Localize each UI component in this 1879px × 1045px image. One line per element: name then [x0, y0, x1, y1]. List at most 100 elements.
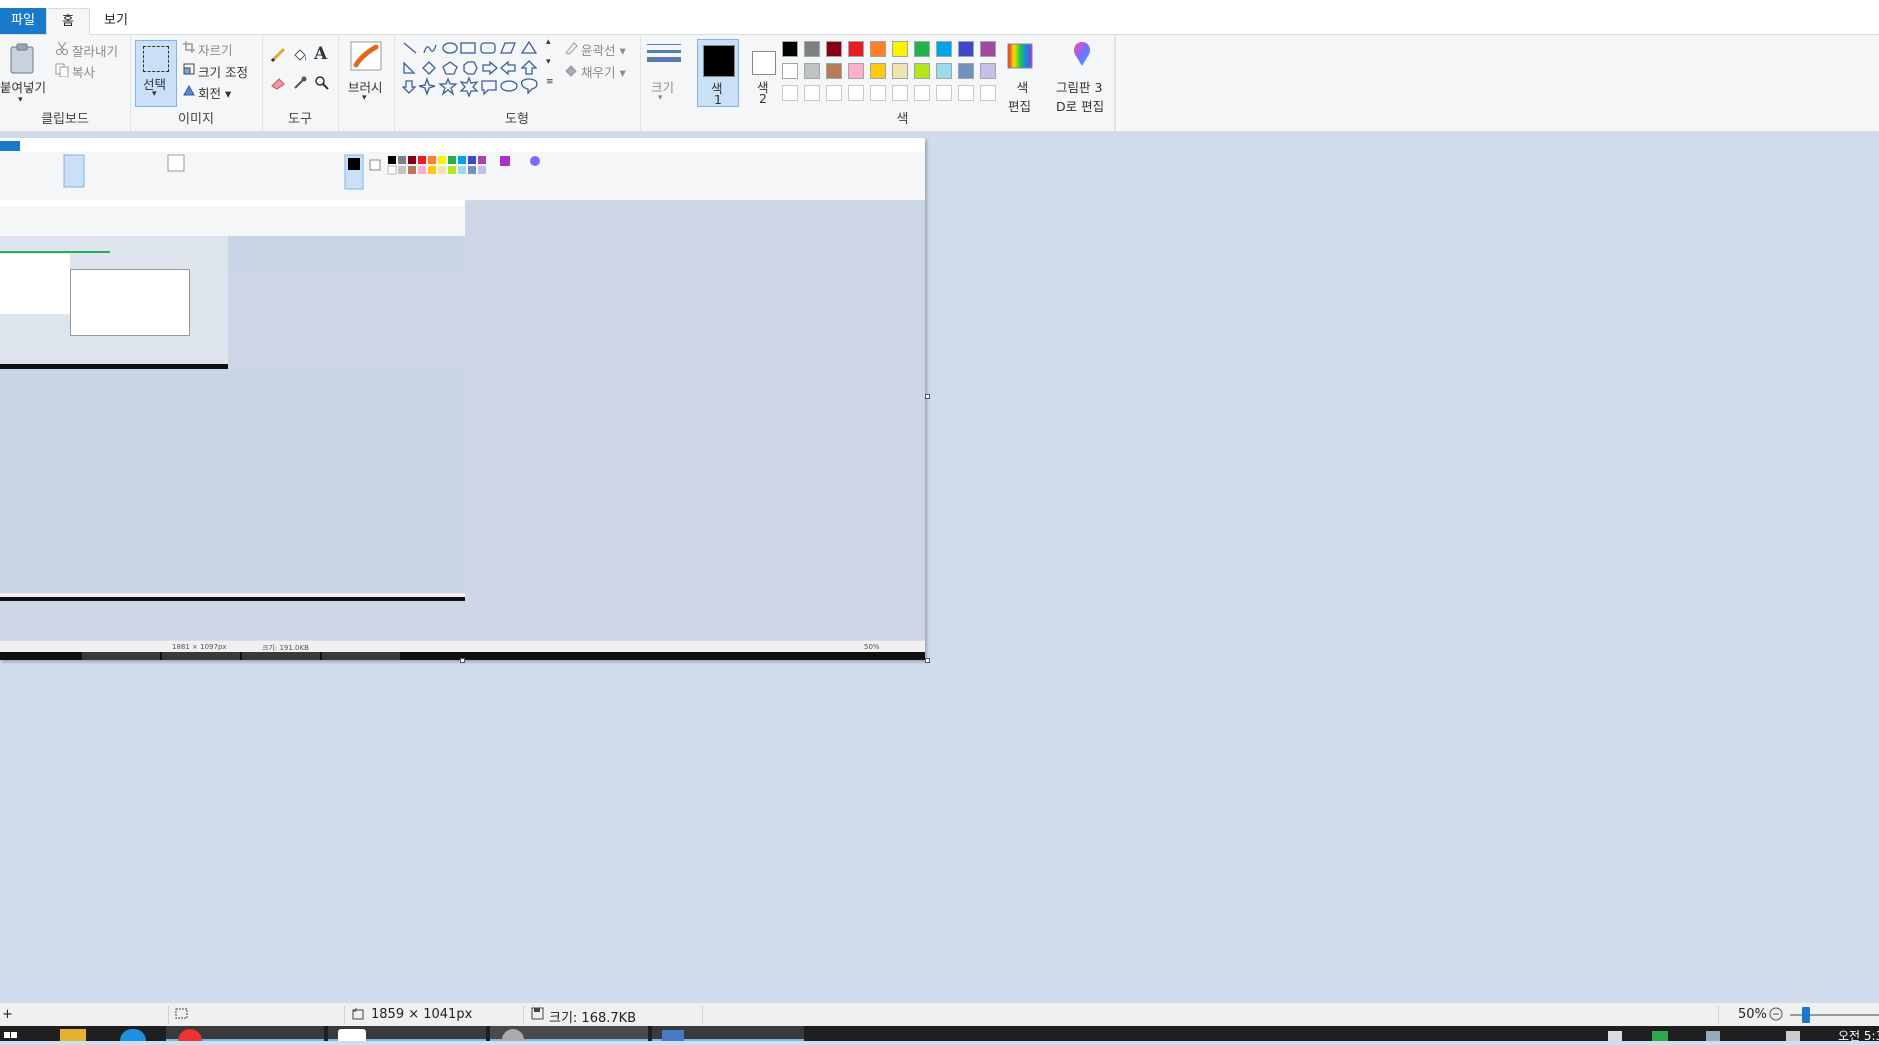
- palette-swatch[interactable]: [848, 41, 864, 57]
- palette-swatch[interactable]: [936, 41, 952, 57]
- tab-file[interactable]: 파일: [0, 8, 46, 34]
- cursor-position-icon: +: [2, 1007, 13, 1022]
- resize-button[interactable]: 크기 조정: [198, 62, 248, 81]
- paint3d-icon: [1070, 41, 1094, 71]
- palette-swatch[interactable]: [958, 41, 974, 57]
- canvas-resize-handle-corner[interactable]: [925, 658, 930, 663]
- palette-swatch[interactable]: [870, 85, 886, 101]
- palette-swatch[interactable]: [804, 85, 820, 101]
- shape-gallery-icon[interactable]: [401, 40, 550, 105]
- palette-swatch[interactable]: [782, 41, 798, 57]
- palette-swatch[interactable]: [958, 85, 974, 101]
- palette-swatch[interactable]: [870, 41, 886, 57]
- outline-icon: [564, 41, 578, 59]
- palette-swatch[interactable]: [826, 41, 842, 57]
- palette-swatch[interactable]: [892, 85, 908, 101]
- palette-swatch[interactable]: [826, 85, 842, 101]
- nested2-empty-area: [0, 370, 465, 596]
- paste-icon: [8, 43, 36, 79]
- palette-swatch[interactable]: [870, 63, 886, 79]
- paste-button[interactable]: 붙여넣기: [0, 77, 46, 96]
- windows-taskbar: 오전 5:3: [0, 1026, 1879, 1044]
- palette-swatch[interactable]: [804, 63, 820, 79]
- palette-swatch[interactable]: [782, 85, 798, 101]
- nested3-canvas: [0, 236, 228, 369]
- file-explorer-icon[interactable]: [60, 1029, 86, 1041]
- copy-button[interactable]: 복사: [72, 62, 95, 81]
- palette-swatch[interactable]: [848, 85, 864, 101]
- fill-icon: [564, 63, 578, 81]
- palette-swatch[interactable]: [782, 63, 798, 79]
- size-dropdown-icon[interactable]: ▾: [658, 93, 663, 103]
- palette-swatch[interactable]: [892, 63, 908, 79]
- magnifier-icon[interactable]: [314, 75, 330, 95]
- start-icon[interactable]: [0, 1028, 24, 1041]
- scissors-icon: [55, 41, 69, 59]
- taskbar-clock[interactable]: 오전 5:3: [1838, 1027, 1879, 1044]
- shapes-scroll-up-icon[interactable]: ▴: [546, 37, 551, 47]
- palette-swatch[interactable]: [914, 85, 930, 101]
- status-separator: [168, 1006, 169, 1024]
- palette-swatch[interactable]: [892, 41, 908, 57]
- nested3-window: [0, 254, 70, 314]
- color1-button[interactable]: 색 1: [697, 39, 739, 107]
- zoom-out-icon[interactable]: [1768, 1006, 1784, 1026]
- status-bar: + 1859 × 1041px 크기: 168.7KB 50%: [0, 1002, 1879, 1027]
- tab-view[interactable]: 보기: [94, 8, 138, 34]
- canvas-resize-handle-right[interactable]: [925, 394, 930, 399]
- pencil-icon[interactable]: [270, 47, 286, 67]
- shapes-more-icon[interactable]: ≡: [546, 77, 554, 87]
- nested3-dialog: [70, 269, 190, 336]
- palette-swatch[interactable]: [914, 63, 930, 79]
- zoom-slider-thumb[interactable]: [1802, 1007, 1811, 1023]
- taskbar-app[interactable]: [328, 1026, 486, 1041]
- palette-swatch[interactable]: [826, 63, 842, 79]
- tray-icon[interactable]: [1608, 1031, 1622, 1041]
- outline-button[interactable]: 윤곽선 ▾: [581, 40, 626, 59]
- text-tool-icon[interactable]: A: [314, 44, 327, 64]
- palette-swatch[interactable]: [848, 63, 864, 79]
- rotate-button[interactable]: 회전 ▾: [198, 83, 231, 102]
- palette-swatch[interactable]: [980, 41, 996, 57]
- palette-swatch[interactable]: [804, 41, 820, 57]
- zoom-slider[interactable]: [1790, 1007, 1879, 1023]
- taskbar-app-paint[interactable]: [490, 1026, 648, 1041]
- nested-menu-bar: [0, 138, 925, 152]
- palette-swatch[interactable]: [980, 63, 996, 79]
- edit-with-paint3d-button[interactable]: 그림판 3 D로 편집: [1056, 77, 1104, 115]
- tray-icon[interactable]: [1786, 1031, 1800, 1041]
- palette-swatch[interactable]: [958, 63, 974, 79]
- cut-button[interactable]: 잘라내기: [72, 41, 118, 60]
- color2-button[interactable]: 색 2: [743, 39, 783, 107]
- fill-button[interactable]: 채우기 ▾: [581, 62, 626, 81]
- crop-button[interactable]: 자르기: [198, 40, 233, 59]
- tools-group: A 도구: [262, 35, 339, 131]
- palette-swatch[interactable]: [980, 85, 996, 101]
- paste-dropdown-icon[interactable]: ▾: [18, 95, 23, 105]
- brush-dropdown-icon[interactable]: ▾: [362, 93, 367, 103]
- palette-swatch[interactable]: [936, 85, 952, 101]
- taskbar-app[interactable]: [652, 1026, 804, 1041]
- palette-swatch[interactable]: [936, 63, 952, 79]
- tray-icon[interactable]: [1652, 1031, 1668, 1041]
- title-bar: [0, 0, 1879, 8]
- taskbar-app[interactable]: [166, 1026, 324, 1041]
- tab-home[interactable]: 홈: [46, 8, 90, 35]
- image-group-label: 이미지: [178, 112, 214, 127]
- fill-bucket-icon[interactable]: [292, 47, 308, 67]
- tray-icon[interactable]: [1706, 1031, 1720, 1041]
- canvas-resize-handle-bottom[interactable]: [460, 658, 465, 663]
- browser-icon[interactable]: [120, 1029, 146, 1041]
- color-picker-icon[interactable]: [292, 75, 308, 95]
- palette-swatch[interactable]: [914, 41, 930, 57]
- nested2-taskbar: [0, 597, 465, 601]
- shapes-scroll-down-icon[interactable]: ▾: [546, 57, 551, 67]
- size-lines-icon: [647, 43, 681, 71]
- status-separator: [702, 1006, 703, 1024]
- select-button[interactable]: 선택 ▾: [135, 40, 177, 107]
- eraser-icon[interactable]: [270, 75, 286, 95]
- status-separator: [523, 1006, 524, 1024]
- rotate-icon: [183, 84, 195, 100]
- drawing-canvas[interactable]: 1881 × 1097px 크기: 191.0KB 50%: [0, 138, 925, 660]
- size-group: 크기 ▾: [640, 35, 690, 131]
